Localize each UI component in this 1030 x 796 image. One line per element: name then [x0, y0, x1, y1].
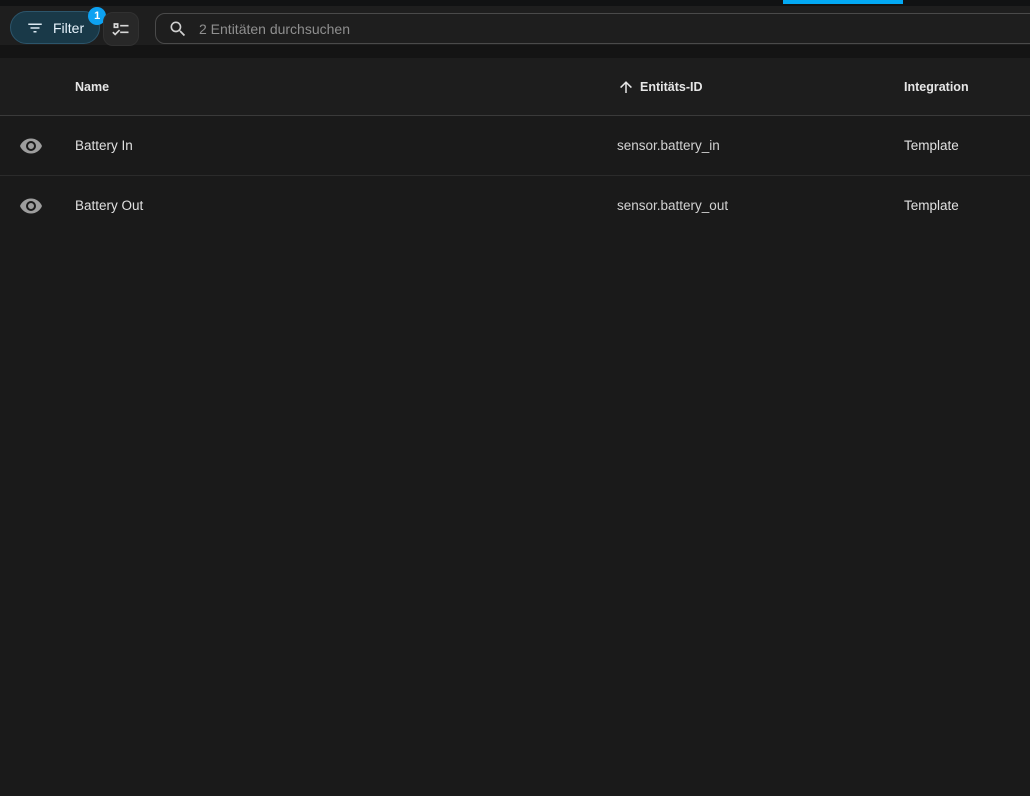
search-icon — [168, 19, 188, 39]
filter-variant-icon — [26, 19, 44, 37]
column-header-entity-id[interactable]: Entitäts-ID — [617, 78, 904, 96]
selection-mode-button[interactable] — [103, 12, 139, 46]
column-header-integration[interactable]: Integration — [904, 80, 1030, 94]
entities-toolbar: Filter 1 — [0, 6, 1030, 45]
filter-button[interactable]: Filter 1 — [10, 11, 100, 44]
entity-name: Battery Out — [75, 198, 617, 213]
search-field-container — [155, 13, 1030, 44]
visibility-toggle-button[interactable] — [19, 134, 43, 158]
entity-id: sensor.battery_in — [617, 138, 904, 153]
eye-icon — [19, 194, 43, 218]
entity-integration: Template — [904, 198, 1030, 213]
active-tab-indicator — [783, 0, 903, 4]
table-header-row: Name Entitäts-ID Integration — [0, 58, 1030, 116]
eye-icon — [19, 134, 43, 158]
column-header-name[interactable]: Name — [75, 80, 617, 94]
search-input[interactable] — [197, 20, 1030, 38]
entity-id: sensor.battery_out — [617, 198, 904, 213]
column-header-name-label: Name — [75, 80, 109, 94]
filter-button-label: Filter — [53, 20, 84, 36]
list-status-icon — [111, 19, 131, 39]
entity-name: Battery In — [75, 138, 617, 153]
column-header-entity-id-label: Entitäts-ID — [640, 80, 703, 94]
visibility-toggle-button[interactable] — [19, 194, 43, 218]
table-row[interactable]: Battery Out sensor.battery_out Template — [0, 176, 1030, 235]
entity-integration: Template — [904, 138, 1030, 153]
column-header-integration-label: Integration — [904, 80, 969, 94]
sort-arrow-up-icon — [617, 78, 635, 96]
toolbar-table-gap — [0, 45, 1030, 58]
table-row[interactable]: Battery In sensor.battery_in Template — [0, 116, 1030, 176]
